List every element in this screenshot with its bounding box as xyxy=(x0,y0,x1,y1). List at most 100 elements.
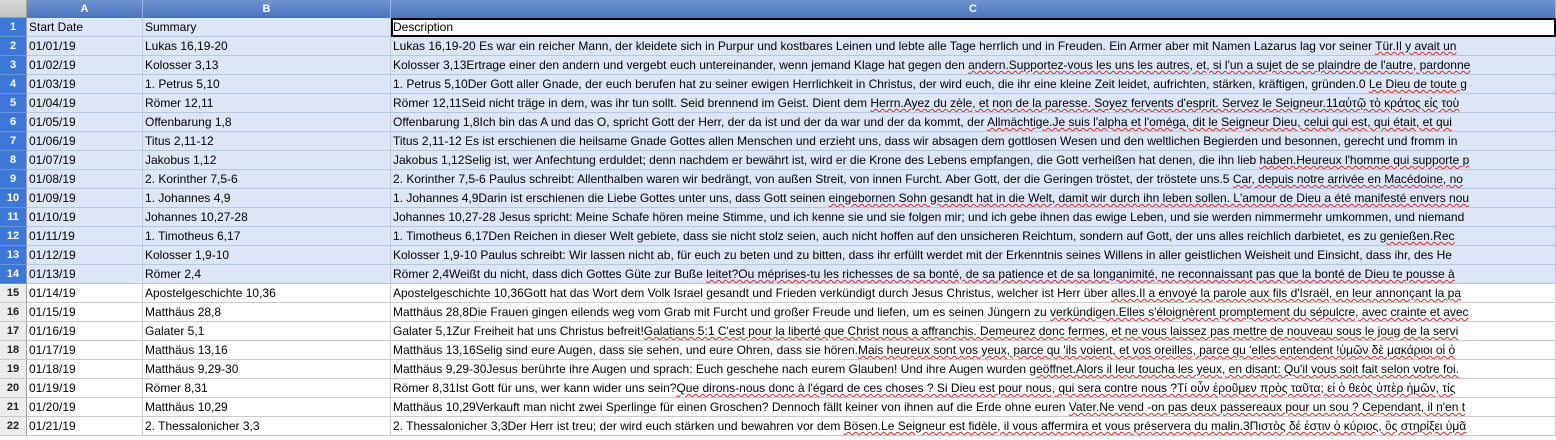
row-header[interactable]: 17 xyxy=(0,322,27,341)
cell-b2[interactable]: Lukas 16,19-20 xyxy=(143,37,391,56)
cell-b15[interactable]: Apostelgeschichte 10,36 xyxy=(143,284,391,303)
cell-c3[interactable]: Kolosser 3,13Ertrage einer den andern un… xyxy=(391,56,1556,75)
spreadsheet-grid[interactable]: ABC 1 Start Date Summary Description 2 01/01/… xyxy=(0,0,1556,440)
cell-b22[interactable]: 2. Thessalonicher 3,3 xyxy=(143,417,391,436)
cell-b20[interactable]: Römer 8,31 xyxy=(143,379,391,398)
row-header[interactable]: 3 xyxy=(0,56,27,75)
row-header[interactable]: 22 xyxy=(0,417,27,436)
cell-a20[interactable]: 01/19/19 xyxy=(27,379,143,398)
cell-a16[interactable]: 01/15/19 xyxy=(27,303,143,322)
column-header-b[interactable]: B xyxy=(143,0,391,18)
cell-text-spellcheck: genießen.Rec xyxy=(1379,229,1455,243)
row-header[interactable]: 16 xyxy=(0,303,27,322)
cell-b3[interactable]: Kolosser 3,13 xyxy=(143,56,391,75)
cell-b12[interactable]: 1. Timotheus 6,17 xyxy=(143,227,391,246)
cell-b10[interactable]: 1. Johannes 4,9 xyxy=(143,189,391,208)
cell-a4[interactable]: 01/03/19 xyxy=(27,75,143,94)
cell-b16[interactable]: Matthäus 28,8 xyxy=(143,303,391,322)
cell-c2[interactable]: Lukas 16,19-20 Es war ein reicher Mann, … xyxy=(391,37,1556,56)
row-header[interactable]: 13 xyxy=(0,246,27,265)
row-header[interactable]: 21 xyxy=(0,398,27,417)
cell-c12[interactable]: 1. Timotheus 6,17Den Reichen in dieser W… xyxy=(391,227,1556,246)
cell-a3[interactable]: 01/02/19 xyxy=(27,56,143,75)
cell-a14[interactable]: 01/13/19 xyxy=(27,265,143,284)
row-header[interactable]: 8 xyxy=(0,151,27,170)
row-header[interactable]: 4 xyxy=(0,75,27,94)
cell-b6[interactable]: Offenbarung 1,8 xyxy=(143,113,391,132)
cell-text-spellcheck: andern.Supportez-vous les uns les autres… xyxy=(968,58,1471,72)
cell-a6[interactable]: 01/05/19 xyxy=(27,113,143,132)
cell-b8[interactable]: Jakobus 1,12 xyxy=(143,151,391,170)
cell-a7[interactable]: 01/06/19 xyxy=(27,132,143,151)
cell-c8[interactable]: Jakobus 1,12Selig ist, wer Anfechtung er… xyxy=(391,151,1556,170)
cell-a1[interactable]: Start Date xyxy=(27,18,143,37)
cell-a10[interactable]: 01/09/19 xyxy=(27,189,143,208)
cell-a19[interactable]: 01/18/19 xyxy=(27,360,143,379)
select-all-corner[interactable] xyxy=(0,0,27,18)
cell-c16[interactable]: Matthäus 28,8Die Frauen gingen eilends w… xyxy=(391,303,1556,322)
cell-a2[interactable]: 01/01/19 xyxy=(27,37,143,56)
cell-a17[interactable]: 01/16/19 xyxy=(27,322,143,341)
cell-c7[interactable]: Titus 2,11-12 Es ist erschienen die heil… xyxy=(391,132,1556,151)
cell-text: Matthäus 13,16Selig sind eure Augen, das… xyxy=(393,343,858,357)
cell-c1[interactable]: Description xyxy=(391,18,1556,37)
cell-b21[interactable]: Matthäus 10,29 xyxy=(143,398,391,417)
cell-b11[interactable]: Johannes 10,27-28 xyxy=(143,208,391,227)
row-header[interactable]: 11 xyxy=(0,208,27,227)
cell-c14[interactable]: Römer 2,4Weißt du nicht, dass dich Gotte… xyxy=(391,265,1556,284)
cell-b4[interactable]: 1. Petrus 5,10 xyxy=(143,75,391,94)
cell-c20[interactable]: Römer 8,31Ist Gott für uns, wer kann wid… xyxy=(391,379,1556,398)
cell-b13[interactable]: Kolosser 1,9-10 xyxy=(143,246,391,265)
cell-b1[interactable]: Summary xyxy=(143,18,391,37)
cell-c5[interactable]: Römer 12,11Seid nicht träge in dem, was … xyxy=(391,94,1556,113)
cell-b18[interactable]: Matthäus 13,16 xyxy=(143,341,391,360)
cell-a15[interactable]: 01/14/19 xyxy=(27,284,143,303)
cell-c19[interactable]: Matthäus 9,29-30Jesus berührte ihre Auge… xyxy=(391,360,1556,379)
column-header-c[interactable]: C xyxy=(391,0,1556,18)
cell-text: 1. Petrus 5,10Der Gott aller Gnade, der … xyxy=(393,77,1369,91)
cell-a21[interactable]: 01/20/19 xyxy=(27,398,143,417)
cell-a12[interactable]: 01/11/19 xyxy=(27,227,143,246)
row-header[interactable]: 5 xyxy=(0,94,27,113)
cell-c10[interactable]: 1. Johannes 4,9Darin ist erschienen die … xyxy=(391,189,1556,208)
cell-a18[interactable]: 01/17/19 xyxy=(27,341,143,360)
cell-c4[interactable]: 1. Petrus 5,10Der Gott aller Gnade, der … xyxy=(391,75,1556,94)
row-header[interactable]: 15 xyxy=(0,284,27,303)
cell-c15[interactable]: Apostelgeschichte 10,36Gott hat das Wort… xyxy=(391,284,1556,303)
cell-c17[interactable]: Galater 5,1Zur Freiheit hat uns Christus… xyxy=(391,322,1556,341)
cell-a9[interactable]: 01/08/19 xyxy=(27,170,143,189)
cell-a13[interactable]: 01/12/19 xyxy=(27,246,143,265)
cell-a22[interactable]: 01/21/19 xyxy=(27,417,143,436)
row-header[interactable]: 7 xyxy=(0,132,27,151)
cell-text: Kolosser 1,9-10 Paulus schreibt: Wir las… xyxy=(393,248,1452,262)
row-header[interactable]: 19 xyxy=(0,360,27,379)
row-header[interactable]: 18 xyxy=(0,341,27,360)
cell-b19[interactable]: Matthäus 9,29-30 xyxy=(143,360,391,379)
cell-c22[interactable]: 2. Thessalonicher 3,3Der Herr ist treu; … xyxy=(391,417,1556,436)
cell-text: Titus 2,11-12 Es ist erschienen die heil… xyxy=(393,134,1458,148)
cell-a5[interactable]: 01/04/19 xyxy=(27,94,143,113)
cell-c21[interactable]: Matthäus 10,29Verkauft man nicht zwei Sp… xyxy=(391,398,1556,417)
row-header[interactable]: 6 xyxy=(0,113,27,132)
cell-a11[interactable]: 01/10/19 xyxy=(27,208,143,227)
row-header[interactable]: 20 xyxy=(0,379,27,398)
cell-b9[interactable]: 2. Korinther 7,5-6 xyxy=(143,170,391,189)
row-header[interactable]: 9 xyxy=(0,170,27,189)
cell-b14[interactable]: Römer 2,4 xyxy=(143,265,391,284)
cell-text: Offenbarung 1,8Ich bin das A und das O, … xyxy=(393,115,988,129)
row-header[interactable]: 14 xyxy=(0,265,27,284)
cell-c13[interactable]: Kolosser 1,9-10 Paulus schreibt: Wir las… xyxy=(391,246,1556,265)
cell-c9[interactable]: 2. Korinther 7,5-6 Paulus schreibt: Alle… xyxy=(391,170,1556,189)
cell-c18[interactable]: Matthäus 13,16Selig sind eure Augen, das… xyxy=(391,341,1556,360)
row-header[interactable]: 12 xyxy=(0,227,27,246)
cell-a8[interactable]: 01/07/19 xyxy=(27,151,143,170)
column-header-a[interactable]: A xyxy=(27,0,143,18)
row-header[interactable]: 2 xyxy=(0,37,27,56)
cell-c11[interactable]: Johannes 10,27-28 Jesus spricht: Meine S… xyxy=(391,208,1556,227)
cell-c6[interactable]: Offenbarung 1,8Ich bin das A und das O, … xyxy=(391,113,1556,132)
row-header[interactable]: 1 xyxy=(0,18,27,37)
cell-b7[interactable]: Titus 2,11-12 xyxy=(143,132,391,151)
row-header[interactable]: 10 xyxy=(0,189,27,208)
cell-b17[interactable]: Galater 5,1 xyxy=(143,322,391,341)
cell-b5[interactable]: Römer 12,11 xyxy=(143,94,391,113)
